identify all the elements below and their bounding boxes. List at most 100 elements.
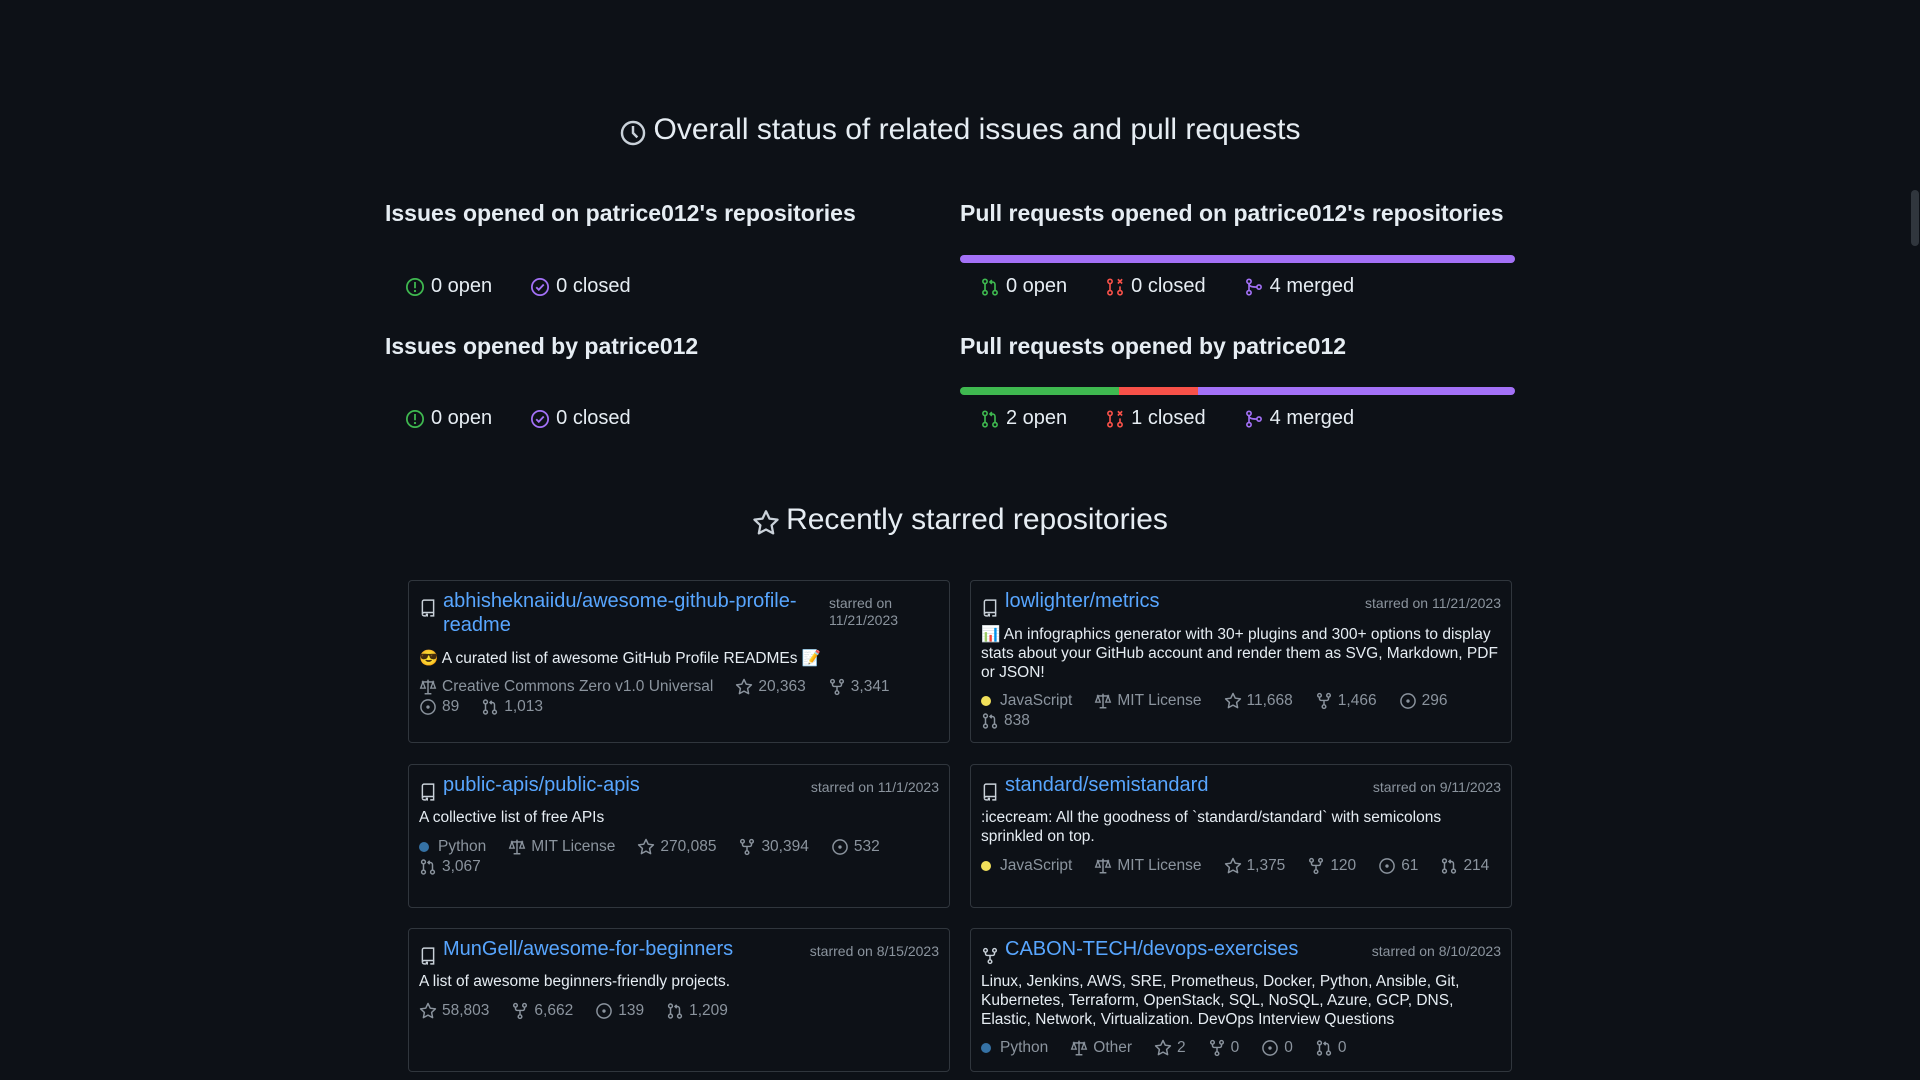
fork-icon: [1208, 1039, 1226, 1057]
repo-meta: JavaScript MIT License 11,668 1,466 296 …: [981, 691, 1501, 731]
status-section-title: Overall status of related issues and pul…: [0, 113, 1920, 147]
user-issues-closed-stat[interactable]: 0 closed: [530, 407, 631, 430]
repo-icon: [981, 783, 999, 801]
repo-forks[interactable]: 30,394: [738, 837, 809, 857]
repo-stars[interactable]: 11,668: [1224, 691, 1293, 711]
user-prs-open-stat[interactable]: 2 open: [980, 407, 1067, 430]
user-issues-open-stat[interactable]: 0 open: [405, 407, 492, 430]
repo-name-link[interactable]: lowlighter/metrics: [1005, 589, 1365, 613]
fork-icon: [981, 947, 999, 965]
issues-closed-stat[interactable]: 0 closed: [530, 275, 631, 298]
issues-open-stat[interactable]: 0 open: [405, 275, 492, 298]
law-icon: [1094, 857, 1112, 875]
repo-card: lowlighter/metrics starred on 11/21/2023…: [970, 580, 1512, 743]
fork-icon: [1315, 692, 1333, 710]
repo-name-link[interactable]: MunGell/awesome-for-beginners: [443, 937, 810, 961]
repo-pull-requests[interactable]: 0: [1315, 1038, 1347, 1058]
repo-issues[interactable]: 139: [595, 1001, 644, 1021]
repo-name-link[interactable]: CABON-TECH/devops-exercises: [1005, 937, 1372, 961]
repo-issues[interactable]: 61: [1378, 856, 1418, 876]
pull-request-icon: [980, 409, 1000, 429]
scrollbar-thumb[interactable]: [1911, 190, 1919, 246]
repo-card: standard/semistandard starred on 9/11/20…: [970, 764, 1512, 908]
starred-date: starred on 11/1/2023: [810, 779, 939, 795]
repo-issues[interactable]: 0: [1261, 1038, 1293, 1058]
repo-forks[interactable]: 0: [1208, 1038, 1239, 1058]
vertical-scrollbar[interactable]: [1910, 0, 1920, 1080]
repo-language: Python: [419, 837, 486, 857]
repo-stars[interactable]: 58,803: [419, 1001, 489, 1021]
law-icon: [1070, 1039, 1088, 1057]
pull-request-closed-icon: [1105, 277, 1125, 297]
repo-stars[interactable]: 1,375: [1224, 856, 1285, 876]
user-prs-closed-stat[interactable]: 1 closed: [1105, 407, 1206, 430]
repo-pull-requests[interactable]: 1,013: [481, 697, 543, 717]
star-icon: [1224, 692, 1242, 710]
language-color-dot: [981, 1043, 991, 1053]
repo-description: A collective list of free APIs: [419, 809, 605, 826]
star-icon: [752, 509, 780, 537]
repo-icon: [419, 783, 437, 801]
prs-merged-stat[interactable]: 4 merged: [1244, 275, 1355, 298]
prs-by-user-progress-bar: [960, 387, 1515, 395]
merge-icon: [1244, 277, 1264, 297]
prs-closed-stat[interactable]: 0 closed: [1105, 275, 1206, 298]
repo-pull-requests[interactable]: 1,209: [666, 1001, 728, 1021]
repo-issues[interactable]: 89: [419, 697, 459, 717]
prs-on-repos-progress-bar: [960, 255, 1515, 263]
repo-forks[interactable]: 1,466: [1315, 691, 1377, 711]
repo-pull-requests[interactable]: 214: [1440, 856, 1489, 876]
user-prs-closed-label: 1 closed: [1131, 407, 1206, 429]
repo-forks[interactable]: 120: [1307, 856, 1356, 876]
repo-name-link[interactable]: abhisheknaiidu/awesome-github-profile-re…: [443, 589, 829, 637]
prs-closed-label: 0 closed: [1131, 275, 1206, 297]
language-color-dot: [981, 861, 991, 871]
user-prs-merged-label: 4 merged: [1269, 407, 1355, 429]
user-prs-merged-stat[interactable]: 4 merged: [1244, 407, 1355, 430]
repo-description: A list of awesome beginners-friendly pro…: [419, 973, 731, 990]
pull-request-icon: [1440, 857, 1458, 875]
user-issues-open-label: 0 open: [431, 407, 493, 429]
prs-merged-label: 4 merged: [1269, 275, 1355, 297]
prs-on-repos-stats: 0 open 0 closed 4 merged: [980, 275, 1354, 298]
starred-section-title-text: Recently starred repositories: [786, 503, 1168, 536]
starred-date: starred on 11/21/2023: [1365, 595, 1501, 611]
repo-name-link[interactable]: standard/semistandard: [1005, 773, 1373, 797]
repo-forks[interactable]: 3,341: [828, 677, 890, 697]
repo-language: Python: [981, 1038, 1048, 1058]
repo-meta: Python Other 2 0 0 0: [981, 1038, 1501, 1058]
repo-forks[interactable]: 6,662: [511, 1001, 573, 1021]
repo-stars[interactable]: 2: [1154, 1038, 1186, 1058]
repo-stars[interactable]: 270,085: [637, 837, 716, 857]
issue-icon: [419, 698, 437, 716]
fork-icon: [511, 1002, 529, 1020]
user-issues-closed-label: 0 closed: [556, 407, 631, 429]
repo-icon: [981, 599, 999, 617]
repo-name-link[interactable]: public-apis/public-apis: [443, 773, 811, 797]
issues-by-user-stats: 0 open 0 closed: [405, 407, 631, 430]
repo-stars[interactable]: 20,363: [735, 677, 806, 697]
repo-issues[interactable]: 532: [831, 837, 880, 857]
star-icon: [1224, 857, 1242, 875]
page-content: Overall status of related issues and pul…: [0, 0, 1910, 1080]
issue-icon: [595, 1002, 613, 1020]
repo-pull-requests[interactable]: 3,067: [419, 857, 481, 877]
repo-license: MIT License: [1094, 856, 1202, 876]
repo-pull-requests[interactable]: 838: [981, 711, 1030, 731]
starred-date: starred on 8/15/2023: [809, 943, 939, 959]
issues-open-label: 0 open: [431, 275, 493, 297]
repo-meta: 58,803 6,662 139 1,209: [419, 1001, 939, 1021]
pull-request-icon: [481, 698, 499, 716]
repo-card: public-apis/public-apis starred on 11/1/…: [408, 764, 950, 908]
issue-icon: [831, 838, 849, 856]
fork-icon: [1307, 857, 1325, 875]
fork-icon: [828, 678, 846, 696]
language-color-dot: [419, 842, 429, 852]
repo-card: abhisheknaiidu/awesome-github-profile-re…: [408, 580, 950, 743]
pulse-icon: [621, 120, 646, 146]
pull-request-icon: [981, 712, 999, 730]
prs-open-stat[interactable]: 0 open: [980, 275, 1067, 298]
law-icon: [508, 838, 526, 856]
repo-card: CABON-TECH/devops-exercises starred on 8…: [970, 928, 1512, 1072]
repo-issues[interactable]: 296: [1399, 691, 1447, 711]
